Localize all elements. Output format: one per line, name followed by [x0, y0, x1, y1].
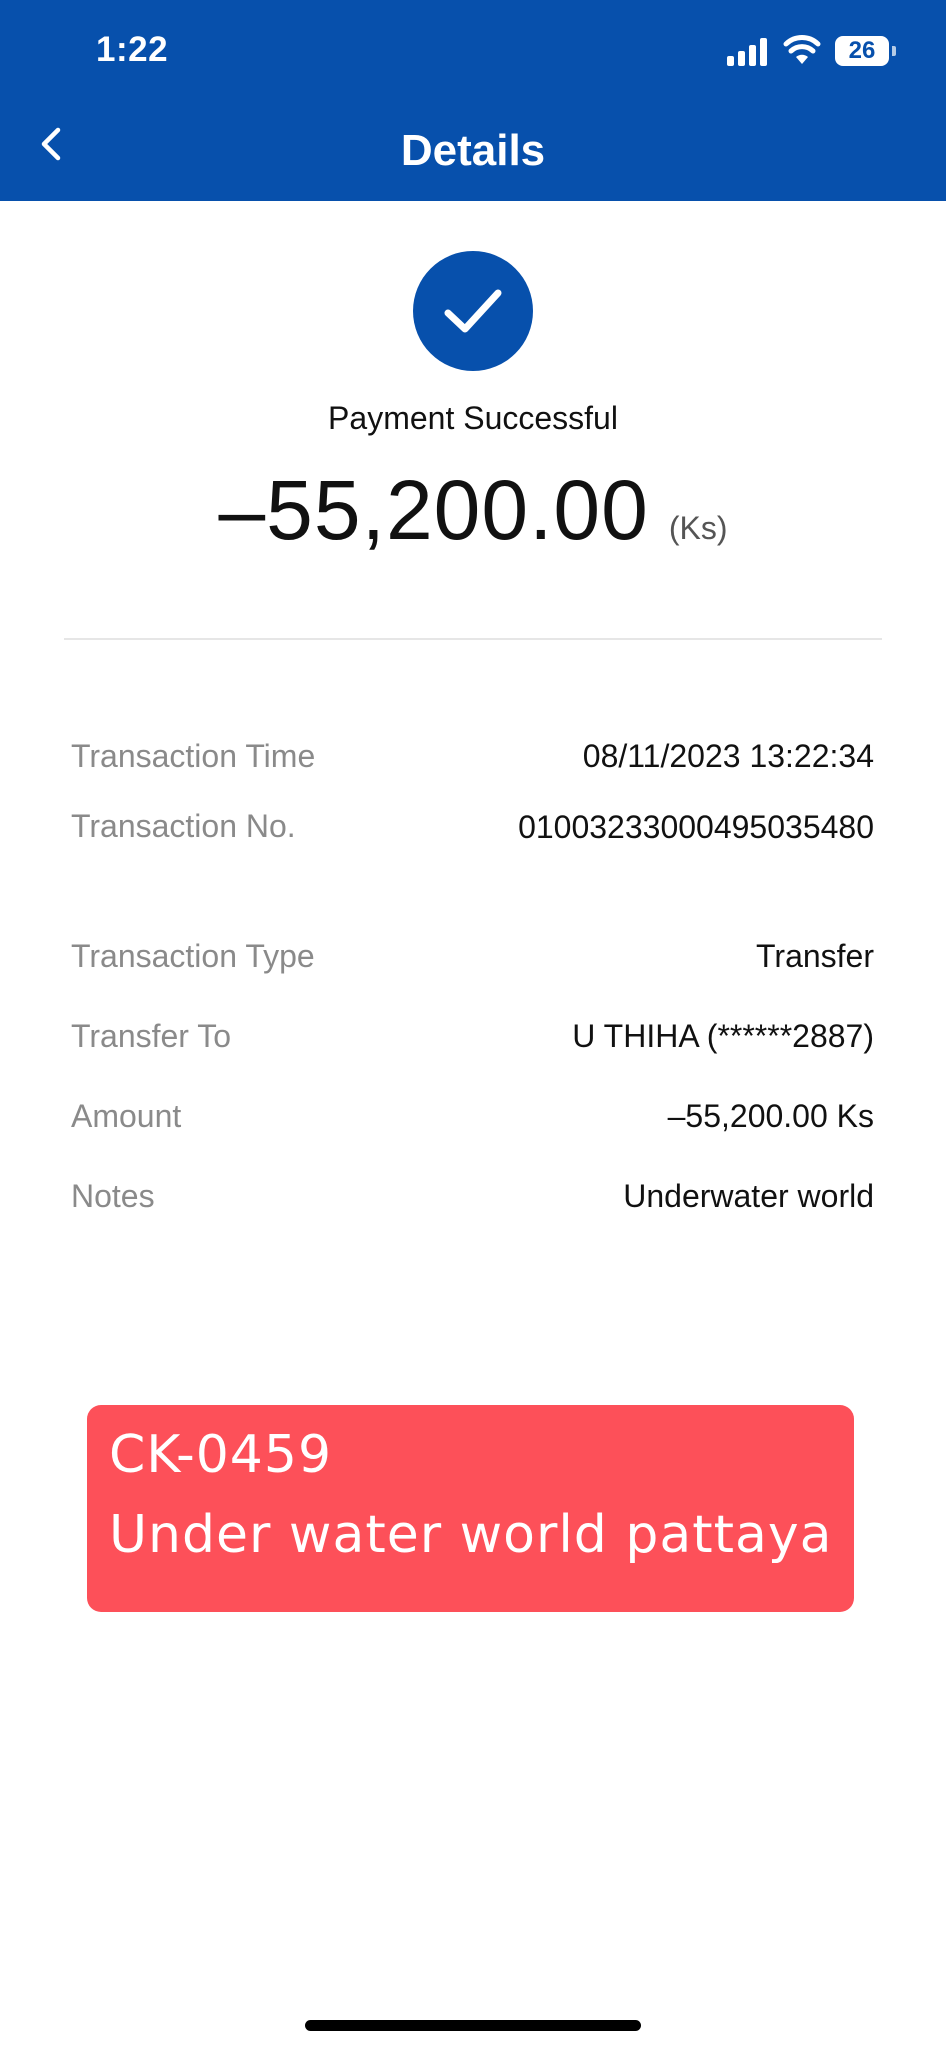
- transfer-to-value: U THIHA (******2887): [572, 1018, 874, 1054]
- wifi-icon: [783, 35, 821, 64]
- notes-label: Notes: [71, 1178, 155, 1214]
- battery-level: 26: [835, 36, 889, 66]
- amount-currency: (Ks): [668, 510, 728, 546]
- status-time: 1:22: [96, 30, 169, 69]
- amount-display: –55,200.00 (Ks): [0, 462, 946, 559]
- page-title: Details: [400, 126, 546, 175]
- home-indicator[interactable]: [305, 2020, 641, 2031]
- transaction-no-value: 01003233000495035480: [518, 809, 874, 845]
- battery-icon: 26: [835, 36, 897, 66]
- transaction-time-value: 08/11/2023 13:22:34: [582, 738, 874, 774]
- payment-status: Payment Successful: [328, 400, 618, 436]
- annotation-text: Under water world pattaya: [109, 1505, 833, 1565]
- transfer-to-label: Transfer To: [71, 1018, 232, 1054]
- annotation-code: CK-0459: [109, 1425, 333, 1485]
- amount-label: Amount: [71, 1098, 182, 1134]
- annotation-box: CK-0459 Under water world pattaya: [87, 1405, 854, 1612]
- signal-icon: [727, 38, 767, 66]
- transaction-type-label: Transaction Type: [71, 938, 315, 974]
- transaction-type-value: Transfer: [756, 938, 874, 974]
- transaction-time-label: Transaction Time: [71, 738, 316, 774]
- transaction-no-label: Transaction No.: [71, 808, 296, 844]
- notes-value: Underwater world: [623, 1178, 874, 1214]
- amount-detail-value: –55,200.00 Ks: [667, 1098, 874, 1134]
- amount-value: –55,200.00: [218, 463, 649, 557]
- app-header: 1:22 26 Details: [0, 0, 946, 201]
- divider: [64, 638, 882, 640]
- battery-tip: [892, 46, 896, 56]
- check-circle-icon: [413, 251, 533, 371]
